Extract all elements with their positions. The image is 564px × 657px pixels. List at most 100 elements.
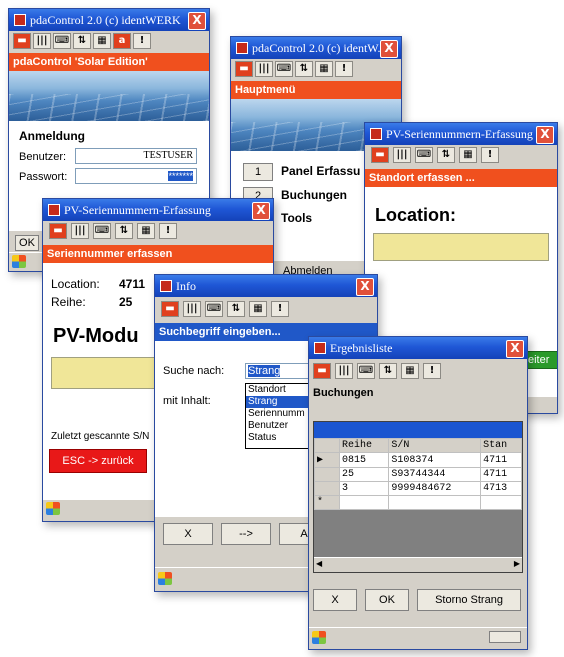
barcode-icon[interactable]: ||| — [255, 61, 273, 77]
column-header-sn[interactable]: S/N — [388, 438, 482, 453]
info-icon[interactable]: ! — [133, 33, 151, 49]
battery-icon[interactable]: ▬ — [313, 363, 331, 379]
start-icon[interactable] — [158, 572, 172, 585]
table-row[interactable]: 3 9999484672 4713 — [314, 481, 522, 496]
row-header-cell — [314, 438, 340, 453]
cell-sn[interactable]: S108374 — [388, 452, 482, 468]
sync-icon[interactable]: ⇅ — [73, 33, 91, 49]
scroll-left-icon[interactable]: ◀ — [316, 559, 322, 568]
location-titlebar[interactable]: PV-Seriennummern-Erfassung X — [365, 123, 557, 145]
info-icon[interactable]: ! — [159, 223, 177, 239]
storno-strang-button[interactable]: Storno Strang — [417, 589, 521, 611]
cell-reihe[interactable]: 0815 — [338, 452, 390, 468]
sync-icon[interactable]: ⇅ — [379, 363, 397, 379]
table-row[interactable]: ▶ 0815 S108374 4711 — [314, 452, 522, 468]
keyboard-icon[interactable]: ⌨ — [275, 61, 293, 77]
keyboard-icon[interactable]: ⌨ — [357, 363, 375, 379]
search-select[interactable]: Strang — [245, 363, 315, 379]
battery-icon[interactable]: ▬ — [161, 301, 179, 317]
back-button[interactable]: ESC -> zurück — [49, 449, 147, 473]
option-seriennummer[interactable]: Seriennumm — [246, 408, 314, 420]
close-button[interactable]: X — [536, 126, 554, 144]
keyboard-icon[interactable]: ⌨ — [415, 147, 433, 163]
info-icon[interactable]: ! — [335, 61, 353, 77]
start-icon[interactable] — [312, 631, 326, 644]
battery-icon[interactable]: ▬ — [235, 61, 253, 77]
keyboard-icon[interactable]: ⌨ — [53, 33, 71, 49]
keyboard-icon[interactable]: ⌨ — [93, 223, 111, 239]
menu-item-panel-erfassung[interactable]: Panel Erfassu — [281, 164, 360, 178]
barcode-icon[interactable]: ||| — [71, 223, 89, 239]
close-button[interactable]: X — [252, 202, 270, 220]
cancel-button[interactable]: X — [163, 523, 213, 545]
cell-reihe[interactable]: 25 — [338, 467, 390, 482]
serial-titlebar[interactable]: PV-Seriennummern-Erfassung X — [43, 199, 273, 221]
sync-icon[interactable]: ⇅ — [437, 147, 455, 163]
close-button[interactable]: X — [380, 40, 398, 58]
menu-item-tools[interactable]: Tools — [281, 211, 312, 225]
battery-icon[interactable]: ▬ — [371, 147, 389, 163]
password-input[interactable]: ******* — [75, 168, 197, 184]
search-options-list[interactable]: Standort Strang Seriennumm Benutzer Stat… — [245, 383, 315, 449]
battery-icon[interactable]: ▬ — [49, 223, 67, 239]
table-row[interactable]: 25 S93744344 4711 — [314, 467, 522, 482]
start-icon[interactable] — [12, 255, 26, 268]
close-button[interactable]: X — [506, 340, 524, 358]
sync-icon[interactable]: ⇅ — [295, 61, 313, 77]
cell-sn[interactable]: S93744344 — [388, 467, 482, 482]
cell-reihe[interactable]: 3 — [338, 481, 390, 496]
scroll-right-icon[interactable]: ▶ — [514, 559, 520, 568]
start-icon[interactable] — [46, 502, 60, 515]
location-input[interactable] — [373, 233, 549, 261]
menu-item-1-number[interactable]: 1 — [243, 163, 273, 181]
grid-icon[interactable]: ▦ — [401, 363, 419, 379]
results-titlebar[interactable]: Ergebnisliste X — [309, 337, 527, 359]
next-button[interactable]: --> — [221, 523, 271, 545]
grid-icon[interactable]: ▦ — [249, 301, 267, 317]
cell-sn[interactable]: 9999484672 — [388, 481, 482, 496]
red-tool-icon[interactable]: a — [113, 33, 131, 49]
cell-reihe[interactable] — [338, 495, 390, 510]
info-icon[interactable]: ! — [423, 363, 441, 379]
cell-sn[interactable] — [388, 495, 482, 510]
login-titlebar[interactable]: pdaControl 2.0 (c) identWERK X — [9, 9, 209, 31]
new-row[interactable]: * — [314, 495, 522, 510]
results-grid[interactable]: Reihe S/N Stan ▶ 0815 S108374 4711 25 S9… — [313, 421, 523, 573]
grid-icon[interactable]: ▦ — [93, 33, 111, 49]
sync-icon[interactable]: ⇅ — [115, 223, 133, 239]
cell-stan[interactable]: 4711 — [480, 452, 522, 468]
close-button[interactable]: X — [356, 278, 374, 296]
barcode-icon[interactable]: ||| — [393, 147, 411, 163]
ok-button[interactable]: OK — [15, 235, 39, 251]
option-strang[interactable]: Strang — [246, 396, 314, 408]
grid-icon[interactable]: ▦ — [459, 147, 477, 163]
sync-icon[interactable]: ⇅ — [227, 301, 245, 317]
menu-title: pdaControl 2.0 (c) identW... — [252, 41, 387, 55]
barcode-icon[interactable]: ||| — [335, 363, 353, 379]
cell-stan[interactable]: 4713 — [480, 481, 522, 496]
ok-button[interactable]: OK — [365, 589, 409, 611]
info-titlebar[interactable]: Info X — [155, 275, 377, 297]
info-icon[interactable]: ! — [271, 301, 289, 317]
grid-icon[interactable]: ▦ — [137, 223, 155, 239]
column-header-reihe[interactable]: Reihe — [338, 438, 390, 453]
close-button[interactable]: X — [188, 12, 206, 30]
barcode-icon[interactable]: ||| — [33, 33, 51, 49]
info-icon[interactable]: ! — [481, 147, 499, 163]
user-input[interactable]: TESTUSER — [75, 148, 197, 164]
option-standort[interactable]: Standort — [246, 384, 314, 396]
option-status[interactable]: Status — [246, 432, 314, 444]
grid-icon[interactable]: ▦ — [315, 61, 333, 77]
option-benutzer[interactable]: Benutzer — [246, 420, 314, 432]
battery-icon[interactable]: ▬ — [13, 33, 31, 49]
cell-stan[interactable]: 4711 — [480, 467, 522, 482]
column-header-stan[interactable]: Stan — [480, 438, 522, 453]
barcode-icon[interactable]: ||| — [183, 301, 201, 317]
menu-item-buchungen[interactable]: Buchungen — [281, 188, 347, 202]
cell-stan[interactable] — [480, 495, 522, 510]
keyboard-icon[interactable]: ⌨ — [205, 301, 223, 317]
tray-icons[interactable] — [489, 631, 521, 643]
horizontal-scrollbar[interactable]: ◀ ▶ — [314, 557, 522, 572]
menu-titlebar[interactable]: pdaControl 2.0 (c) identW... X — [231, 37, 401, 59]
cancel-button[interactable]: X — [313, 589, 357, 611]
